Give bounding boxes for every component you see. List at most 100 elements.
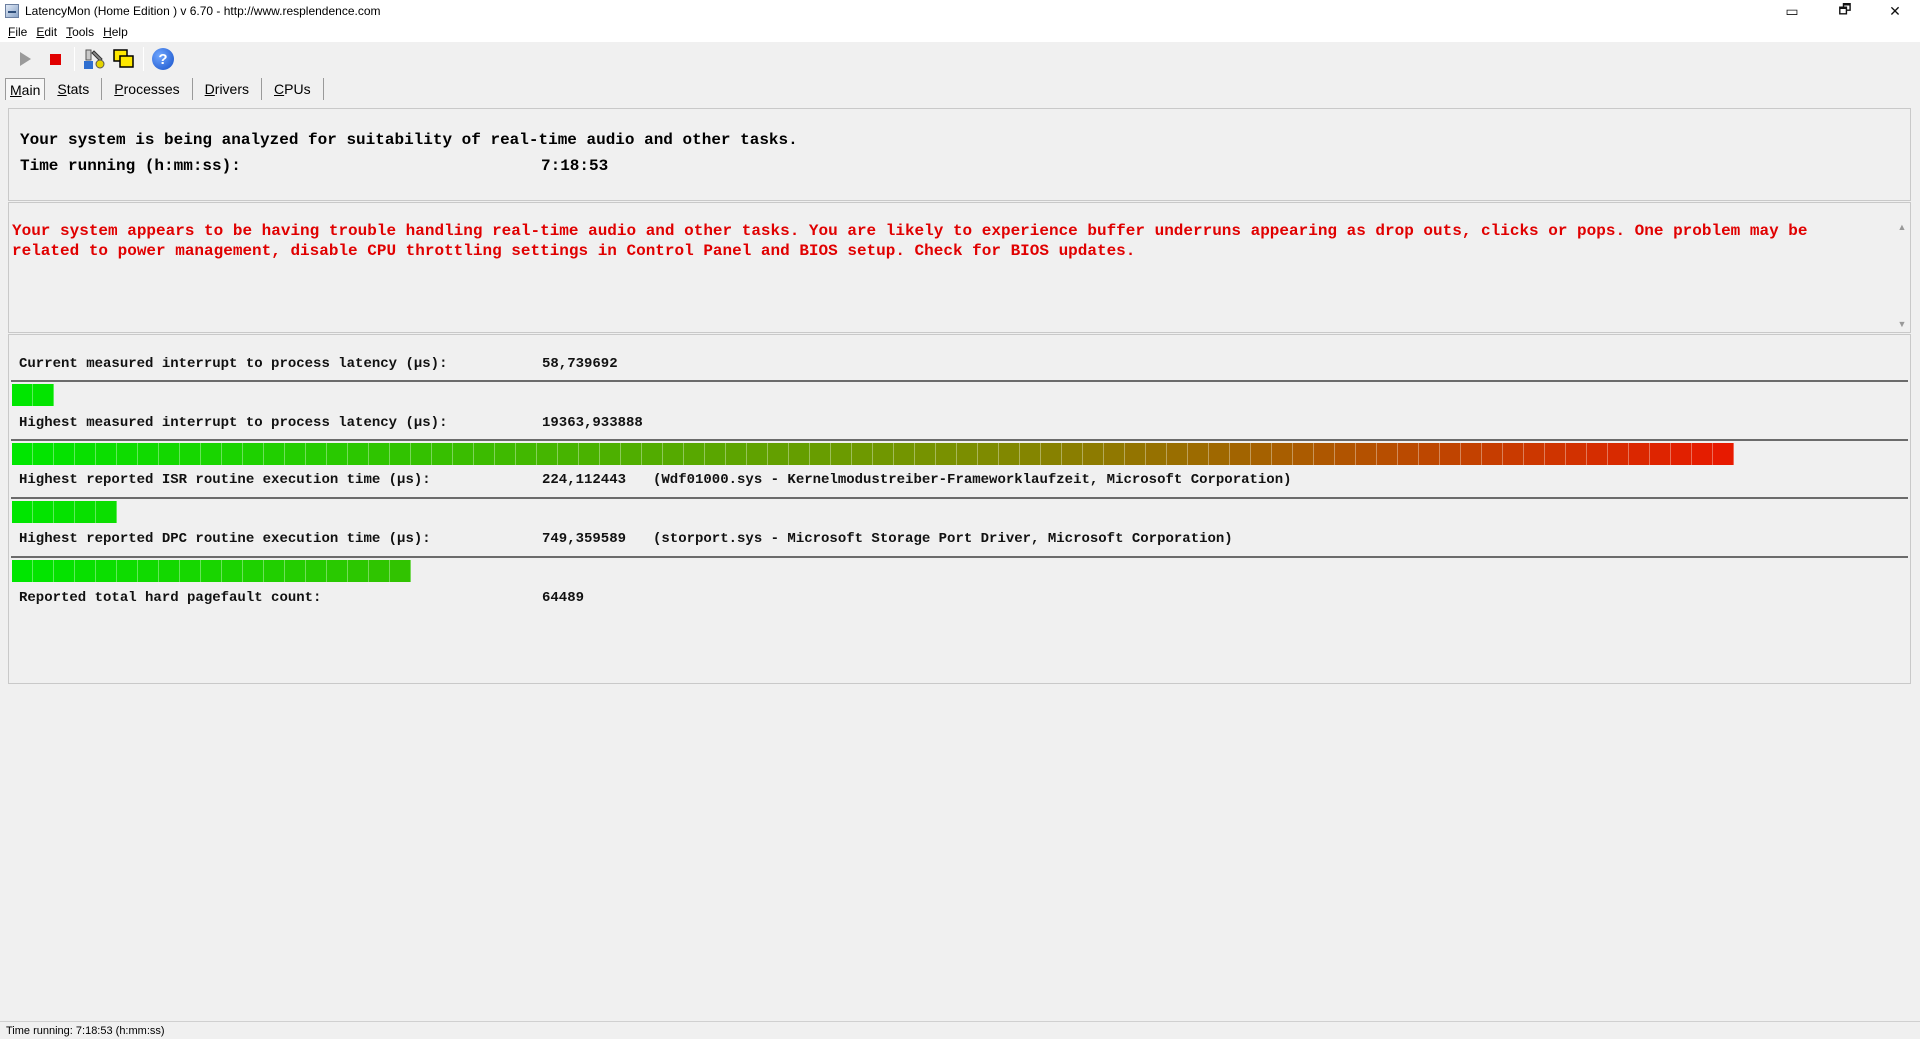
start-button[interactable] bbox=[10, 45, 40, 73]
stop-button[interactable] bbox=[40, 45, 70, 73]
bar-segment bbox=[96, 443, 117, 465]
bar-segment bbox=[243, 443, 264, 465]
window-title: LatencyMon (Home Edition ) v 6.70 - http… bbox=[25, 4, 381, 18]
bar-segment bbox=[222, 560, 243, 582]
bar-segment bbox=[75, 443, 96, 465]
bar-segment bbox=[516, 443, 537, 465]
bar-segment bbox=[747, 443, 768, 465]
bar-segment bbox=[1587, 443, 1608, 465]
time-running-value: 7:18:53 bbox=[541, 157, 609, 175]
bar-segment bbox=[1293, 443, 1314, 465]
menu-edit[interactable]: Edit bbox=[36, 25, 57, 39]
bar-segment bbox=[1566, 443, 1587, 465]
current-latency-value: 58,739692 bbox=[542, 356, 618, 372]
current-latency-label: Current measured interrupt to process la… bbox=[19, 356, 448, 372]
window-button[interactable] bbox=[109, 45, 139, 73]
bar-segment bbox=[1671, 443, 1692, 465]
isr-time-bar bbox=[11, 497, 1908, 525]
bar-segment bbox=[1020, 443, 1041, 465]
close-button[interactable]: ✕ bbox=[1870, 0, 1920, 22]
summary-panel: Your system is being analyzed for suitab… bbox=[8, 108, 1911, 201]
bar-segment bbox=[1146, 443, 1167, 465]
bar-segment bbox=[1650, 443, 1671, 465]
bar-segment bbox=[12, 384, 33, 406]
bar-segment bbox=[1335, 443, 1356, 465]
bar-segment bbox=[1125, 443, 1146, 465]
tab-drivers[interactable]: Drivers bbox=[193, 78, 263, 100]
isr-driver-note: (Wdf01000.sys - Kernelmodustreiber-Frame… bbox=[653, 472, 1292, 488]
bar-segment bbox=[390, 560, 411, 582]
isr-time-value: 224,112443 bbox=[542, 472, 627, 488]
bar-segment bbox=[306, 560, 327, 582]
bar-segment bbox=[1251, 443, 1272, 465]
menu-file[interactable]: File bbox=[8, 25, 27, 39]
restore-button[interactable]: 🗗 bbox=[1820, 0, 1870, 22]
bar-segment bbox=[1398, 443, 1419, 465]
bar-segment bbox=[54, 560, 75, 582]
help-button[interactable]: ? bbox=[148, 45, 178, 73]
bar-segment bbox=[369, 443, 390, 465]
bar-segment bbox=[117, 443, 138, 465]
bar-segment bbox=[1188, 443, 1209, 465]
bar-segment bbox=[663, 443, 684, 465]
bar-segment bbox=[726, 443, 747, 465]
bar-segment bbox=[1608, 443, 1629, 465]
bar-segment bbox=[1440, 443, 1461, 465]
bar-segment bbox=[537, 443, 558, 465]
menu-help[interactable]: Help bbox=[103, 25, 128, 39]
metrics-panel: Current measured interrupt to process la… bbox=[8, 334, 1911, 684]
warning-panel[interactable]: Your system appears to be having trouble… bbox=[8, 202, 1911, 333]
tab-main[interactable]: Main bbox=[5, 78, 46, 100]
bar-segment bbox=[327, 443, 348, 465]
dpc-time-bar-fill bbox=[12, 560, 411, 582]
status-bar: Time running: 7:18:53 (h:mm:ss) bbox=[0, 1021, 1920, 1039]
bar-segment bbox=[999, 443, 1020, 465]
bar-segment bbox=[1419, 443, 1440, 465]
bar-segment bbox=[369, 560, 390, 582]
bar-segment bbox=[12, 501, 33, 523]
bar-segment bbox=[75, 501, 96, 523]
bar-segment bbox=[1503, 443, 1524, 465]
dpc-time-label: Highest reported DPC routine execution t… bbox=[19, 531, 431, 547]
bar-segment bbox=[159, 560, 180, 582]
isr-time-bar-fill bbox=[12, 501, 117, 523]
bar-segment bbox=[1524, 443, 1545, 465]
tab-stats[interactable]: Stats bbox=[45, 78, 103, 100]
bar-segment bbox=[768, 443, 789, 465]
bar-segment bbox=[12, 560, 33, 582]
menu-tools[interactable]: Tools bbox=[66, 25, 94, 39]
bar-segment bbox=[1713, 443, 1734, 465]
window-controls: ▭ 🗗 ✕ bbox=[1764, 0, 1920, 22]
bar-segment bbox=[138, 560, 159, 582]
bar-segment bbox=[222, 443, 243, 465]
pagefault-label: Reported total hard pagefault count: bbox=[19, 590, 322, 606]
toolbar: ? bbox=[0, 42, 1920, 76]
bar-segment bbox=[12, 443, 33, 465]
scroll-down-icon[interactable]: ▼ bbox=[1896, 318, 1908, 330]
bar-segment bbox=[54, 501, 75, 523]
dpc-driver-note: (storport.sys - Microsoft Storage Port D… bbox=[653, 531, 1233, 547]
bar-segment bbox=[789, 443, 810, 465]
bar-segment bbox=[1545, 443, 1566, 465]
options-button[interactable] bbox=[79, 45, 109, 73]
bar-segment bbox=[558, 443, 579, 465]
bar-segment bbox=[33, 560, 54, 582]
help-icon: ? bbox=[152, 48, 174, 70]
bar-segment bbox=[117, 560, 138, 582]
scroll-up-icon[interactable]: ▲ bbox=[1896, 221, 1908, 233]
menu-bar: File Edit Tools Help bbox=[0, 22, 1920, 42]
bar-segment bbox=[1104, 443, 1125, 465]
bar-segment bbox=[390, 443, 411, 465]
bar-segment bbox=[600, 443, 621, 465]
bar-segment bbox=[873, 443, 894, 465]
tab-processes[interactable]: Processes bbox=[102, 78, 193, 100]
bar-segment bbox=[705, 443, 726, 465]
window-menu-icon[interactable]: ▭ bbox=[1764, 0, 1820, 22]
bar-segment bbox=[1209, 443, 1230, 465]
tab-cpus[interactable]: CPUs bbox=[262, 78, 324, 100]
bar-segment bbox=[96, 501, 117, 523]
highest-latency-value: 19363,933888 bbox=[542, 415, 643, 431]
bar-segment bbox=[1167, 443, 1188, 465]
pagefault-value: 64489 bbox=[542, 590, 585, 606]
bar-segment bbox=[642, 443, 663, 465]
